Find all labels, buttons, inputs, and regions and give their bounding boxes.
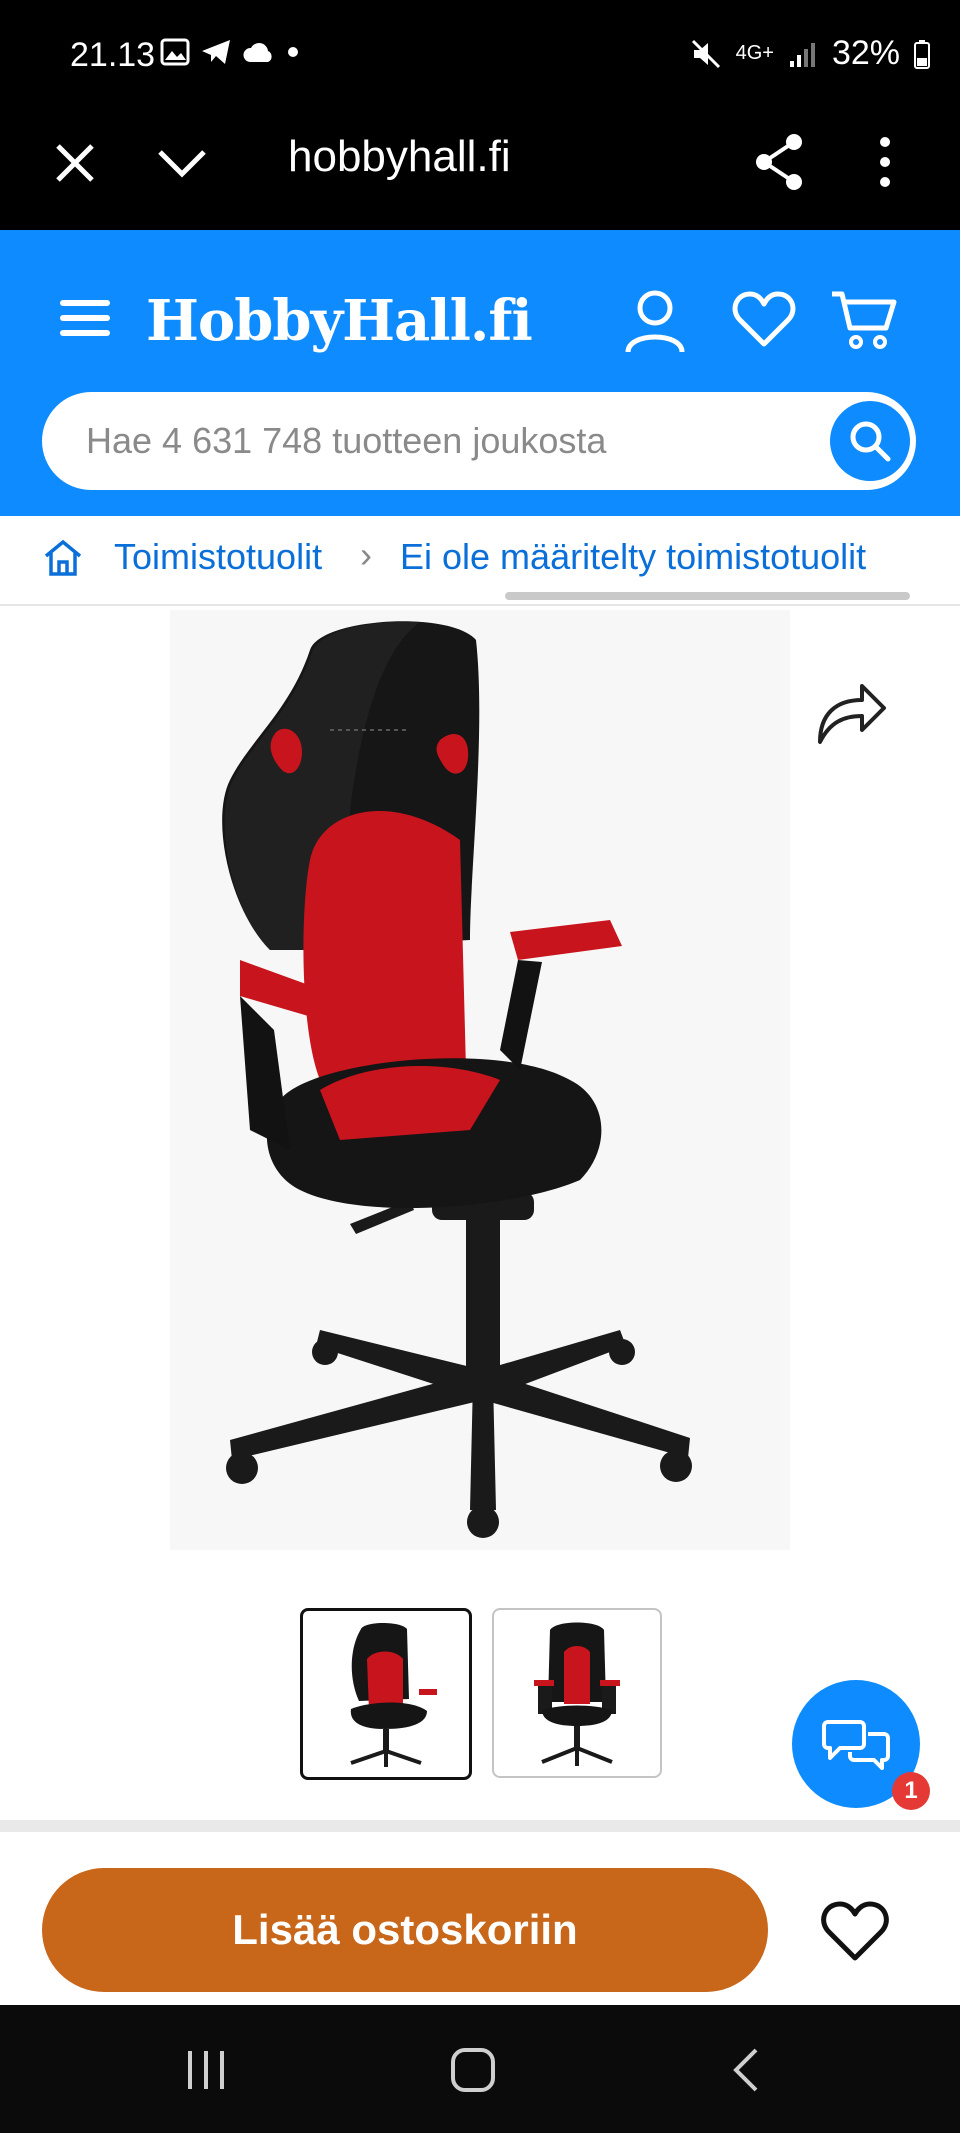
share-icon[interactable] [752, 132, 806, 192]
cart-icon[interactable] [830, 288, 898, 352]
telegram-icon [202, 40, 230, 64]
share-product-icon[interactable] [814, 674, 890, 746]
product-thumbnail-selected[interactable] [300, 1608, 472, 1780]
chair-thumbnail-2 [534, 1622, 620, 1766]
search-button[interactable] [830, 401, 910, 481]
notification-icons [160, 38, 300, 66]
bottom-action-bar: Lisää ostoskoriin [0, 1820, 960, 2017]
clock: 21.13 [70, 36, 156, 74]
network-type: 4G+ [735, 42, 774, 64]
url-text[interactable]: hobbyhall.fi [288, 132, 511, 182]
battery-level: 32% [831, 34, 900, 72]
back-icon[interactable] [730, 2047, 760, 2093]
chat-unread-badge: 1 [892, 1772, 930, 1810]
mute-icon [691, 39, 720, 68]
system-navigation-bar [0, 2005, 960, 2133]
breadcrumb-link[interactable]: Toimistotuolit [114, 536, 322, 578]
hamburger-menu-icon[interactable] [60, 298, 110, 338]
cloud-icon [243, 43, 272, 62]
dot-icon [288, 47, 298, 57]
breadcrumb-scroll-indicator [505, 592, 910, 600]
breadcrumb: Toimistotuolit › Ei ole määritelty toimi… [0, 516, 960, 606]
chair-image [222, 621, 692, 1538]
home-icon[interactable] [42, 538, 84, 578]
site-logo[interactable]: HobbyHall.fi [146, 288, 533, 354]
site-header: HobbyHall.fi Hae 4 631 748 tuotteen jouk… [0, 230, 960, 516]
product-main-image[interactable] [170, 610, 790, 1550]
more-vertical-icon[interactable] [872, 134, 898, 190]
search-bar[interactable]: Hae 4 631 748 tuotteen joukosta [42, 392, 916, 490]
breadcrumb-link[interactable]: Ei ole määritelty toimistotuolit [400, 536, 866, 578]
chat-icon [822, 1720, 890, 1770]
account-icon[interactable] [624, 288, 686, 354]
recent-apps-icon[interactable] [184, 2049, 228, 2091]
product-thumbnail[interactable] [492, 1608, 662, 1778]
chair-thumbnail-1 [350, 1623, 437, 1767]
breadcrumb-separator: › [360, 534, 372, 575]
status-bar: 21.13 4G+ 32% [0, 0, 960, 110]
battery-icon [914, 39, 930, 69]
search-input[interactable]: Hae 4 631 748 tuotteen joukosta [86, 420, 606, 462]
wishlist-heart-icon[interactable] [820, 1900, 890, 1962]
chevron-down-icon[interactable] [156, 146, 208, 178]
search-icon [850, 421, 891, 462]
signal-icon [789, 42, 815, 67]
heart-icon[interactable] [732, 290, 796, 348]
close-icon[interactable] [52, 140, 98, 186]
gallery-icon [160, 38, 190, 66]
browser-toolbar: hobbyhall.fi [0, 110, 960, 230]
home-button-icon[interactable] [450, 2047, 496, 2093]
add-to-cart-button[interactable]: Lisää ostoskoriin [42, 1868, 768, 1992]
